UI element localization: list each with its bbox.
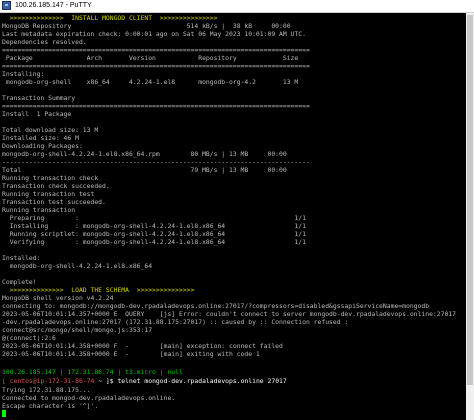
prompt-command: ~ ]$ telnet mongod-dev.rpadaladevops.onl… [94, 377, 287, 385]
terminal-line: @(connect):2:6 [2, 334, 56, 342]
terminal-line: Downloading Packages: [2, 142, 83, 150]
terminal-line: -dev.rpadaladevops.online:27017 (172.31.… [2, 318, 349, 326]
text-cursor [2, 410, 6, 417]
terminal-line: Transaction check succeeded. [2, 182, 110, 190]
terminal-line: Trying 172.31.88.175... [2, 386, 91, 394]
terminal-line: Running scriptlet: mongodb-org-shell-4.2… [2, 230, 306, 238]
scrollbar-thumb[interactable] [467, 15, 473, 385]
terminal-line: Preparing : 1/1 [2, 214, 306, 222]
terminal-line: Last metadata expiration check: 0:00:01 … [2, 30, 306, 38]
terminal-line: Transaction test succeeded. [2, 198, 106, 206]
terminal-line: MongoDB Repository 514 kB/s | 38 kB 00:0… [2, 22, 291, 30]
terminal-line: 2023-05-06T10:01:14.357+0000 E QUERY [js… [2, 310, 457, 318]
terminal-line: Transaction Summary [2, 94, 76, 102]
prompt-user-host: centos@ip-172-31-86-74 [9, 377, 95, 385]
terminal-line: Package Arch Version Repository Size [2, 54, 299, 62]
terminal-line: Running transaction check [2, 174, 99, 182]
terminal-line: Installed: [2, 254, 41, 262]
terminal-line: 2023-05-06T10:01:14.358+0000 E - [main] … [2, 350, 260, 358]
terminal-line: Escape character is '^]'. [2, 402, 99, 410]
terminal-line: Total 79 MB/s | 13 MB 00:00 [2, 166, 287, 174]
terminal-line: Running transaction [2, 206, 76, 214]
window-titlebar[interactable]: 100.26.185.147 - PuTTY [0, 0, 474, 13]
prompt-bracket: [ [2, 377, 10, 385]
terminal-line: Installing : mongodb-org-shell-4.2.24-1.… [2, 222, 306, 230]
terminal-line: ----------------------------------------… [2, 158, 310, 166]
terminal-line: Install 1 Package [2, 110, 72, 118]
terminal-line: Total download size: 13 M [2, 126, 99, 134]
terminal-line: Installed size: 46 M [2, 134, 79, 142]
terminal-line: connect@src/mongo/shell/mongo.js:353:17 [2, 326, 153, 334]
vertical-scrollbar[interactable] [466, 13, 474, 420]
terminal-line: ========================================… [2, 102, 310, 110]
terminal-line: >>>>>>>>>>>>>> LOAD THE SCHEMA >>>>>>>>>… [2, 286, 195, 294]
shell-prompt-line[interactable]: [ centos@ip-172-31-86-74 ~ ]$ telnet mon… [2, 377, 287, 385]
terminal-line: mongodb-org-shell-4.2.24-1.el8.x86_64.rp… [2, 150, 287, 158]
terminal-line: >>>>>>>>>>>>>> INSTALL MONGOD CLIENT >>>… [2, 14, 218, 22]
terminal-line: Installing: [2, 70, 45, 78]
cursor-line [2, 410, 6, 418]
terminal-line: Complete! [2, 278, 37, 286]
terminal-line: connecting to: mongodb://mongodb-dev.rpa… [2, 302, 430, 310]
terminal-line: Running transaction test [2, 190, 95, 198]
terminal-line: MongoDB shell version v4.2.24 [2, 294, 114, 302]
terminal-line: ========================================… [2, 46, 310, 54]
putty-icon[interactable] [2, 1, 11, 10]
terminal-line: mongodb-org-shell x86_64 4.2.24-1.el8 mo… [2, 78, 299, 86]
terminal-line: mongodb-org-shell-4.2.24-1.el8.x86_64 [2, 262, 153, 270]
terminal-line: Verifying : mongodb-org-shell-4.2.24-1.e… [2, 238, 306, 246]
terminal-line: 2023-05-06T10:01:14.358+0000 F - [main] … [2, 342, 283, 350]
terminal-line: Dependencies resolved. [2, 38, 87, 46]
terminal-output[interactable]: >>>>>>>>>>>>>> INSTALL MONGOD CLIENT >>>… [0, 13, 466, 420]
window-title: 100.26.185.147 - PuTTY [15, 2, 92, 9]
shell-host-info: 100.26.185.147 | 172.31.86.74 | t3.micro… [2, 368, 183, 376]
terminal-line: ========================================… [2, 62, 310, 70]
terminal-line: Connected to mongod-dev.rpadaladevops.on… [2, 394, 176, 402]
